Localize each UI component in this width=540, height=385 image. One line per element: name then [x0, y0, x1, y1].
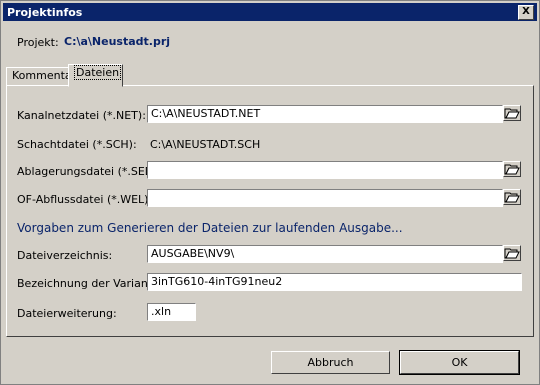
close-button[interactable]: X [518, 5, 534, 20]
verzeichnis-browse-button[interactable] [503, 245, 521, 261]
schacht-value: C:\A\NEUSTADT.SCH [150, 138, 261, 151]
section-heading: Vorgaben zum Generieren der Dateien zur … [17, 221, 403, 235]
tab-dateien-label: Dateien [74, 65, 122, 80]
kanalnetz-browse-button[interactable] [503, 105, 521, 121]
folder-open-icon [504, 108, 520, 119]
schacht-label: Schachtdatei (*.SCH): [17, 138, 137, 151]
ofabfluss-label: OF-Abflussdatei (*.WEL): [17, 193, 153, 206]
ok-button[interactable]: OK [399, 350, 520, 375]
verzeichnis-label: Dateiverzeichnis: [17, 249, 113, 262]
erweiterung-label: Dateierweiterung: [17, 307, 117, 320]
tab-kommentar[interactable]: Kommentar [6, 67, 76, 86]
window-title: Projektinfos [7, 6, 83, 19]
ablagerung-label: Ablagerungsdatei (*.SED): [17, 165, 162, 178]
ofabfluss-browse-button[interactable] [503, 189, 521, 205]
project-label: Projekt: [17, 36, 59, 49]
cancel-button[interactable]: Abbruch [271, 351, 390, 374]
erweiterung-field[interactable]: .xln [147, 303, 196, 321]
title-bar: Projektinfos X [3, 3, 537, 21]
kanalnetz-field[interactable]: C:\A\NEUSTADT.NET [147, 105, 503, 123]
variante-field[interactable]: 3inTG610-4inTG91neu2 [147, 273, 522, 291]
ablagerung-field[interactable] [147, 161, 503, 179]
project-path: C:\a\Neustadt.prj [64, 35, 171, 48]
folder-open-icon [504, 248, 520, 259]
tab-dateien[interactable]: Dateien [68, 64, 123, 87]
folder-open-icon [504, 164, 520, 175]
ablagerung-browse-button[interactable] [503, 161, 521, 177]
kanalnetz-label: Kanalnetzdatei (*.NET): [17, 109, 146, 122]
projektinfos-dialog: Projektinfos X Projekt: C:\a\Neustadt.pr… [0, 0, 540, 385]
variante-label: Bezeichnung der Variante: [17, 277, 163, 290]
verzeichnis-field[interactable]: AUSGABE\NV9\ [147, 245, 503, 263]
tab-kommentar-label: Kommentar [12, 69, 77, 82]
folder-open-icon [504, 192, 520, 203]
ofabfluss-field[interactable] [147, 189, 503, 207]
